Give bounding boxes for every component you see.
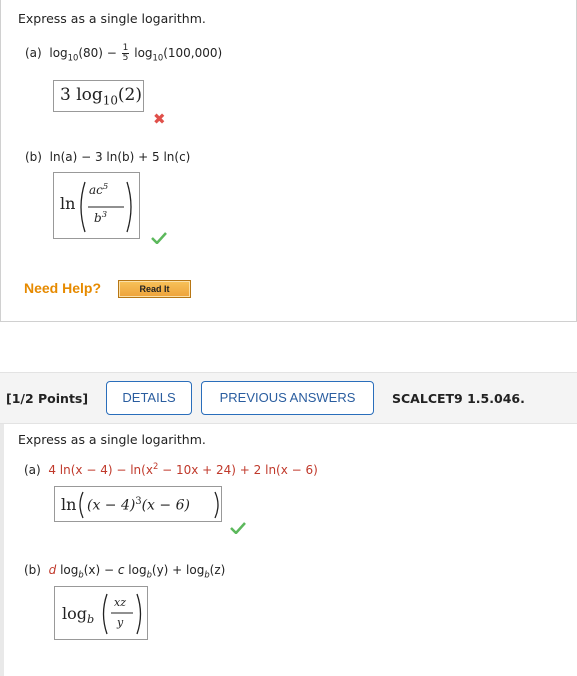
question-2-panel: Express as a single logarithm. (a) 4 ln(…: [0, 424, 577, 676]
part-a-answer-box[interactable]: 3 log10(2): [53, 80, 144, 112]
part-b-label: (b): [24, 563, 41, 577]
fraction-denominator: y: [117, 616, 124, 629]
problem-code: SCALCET9 1.5.046.: [392, 391, 525, 406]
part-b-expression: (b) ln(a) − 3 ln(b) + 5 ln(c): [25, 150, 191, 164]
question-1-panel: Express as a single logarithm. (a) log10…: [0, 0, 577, 322]
part-b-expression: (b) d logb(x) − c logb(y) + logb(z): [24, 563, 226, 580]
fraction-denominator: b3: [94, 209, 108, 225]
part-a-answer-box[interactable]: ln (x − 4)3(x − 6): [54, 486, 222, 522]
correct-check-icon: [230, 522, 246, 534]
fraction-numerator: xz: [114, 596, 126, 609]
part-b-answer-box[interactable]: logb xz y: [54, 586, 148, 640]
details-button[interactable]: DETAILS: [106, 381, 192, 415]
part-a-label: (a): [24, 463, 41, 477]
question-prompt: Express as a single logarithm.: [18, 432, 206, 447]
part-a-expression: (a) 4 ln(x − 4) − ln(x2 − 10x + 24) + 2 …: [24, 461, 318, 477]
part-a-label: (a): [25, 46, 42, 60]
correct-check-icon: [151, 232, 167, 244]
fraction-numerator: ac5: [89, 181, 109, 197]
previous-answers-button[interactable]: PREVIOUS ANSWERS: [201, 381, 374, 415]
part-b-answer-box[interactable]: ln ac5 b3: [53, 172, 140, 239]
log-fn: logb: [62, 604, 95, 627]
read-it-button[interactable]: Read It: [118, 280, 191, 298]
points-label: [1/2 Points]: [6, 391, 89, 406]
fraction: 1 5: [121, 43, 130, 63]
need-help-label: Need Help?: [24, 280, 102, 296]
part-a-expression: (a) log10(80) − 1 5 log10(100,000): [25, 43, 223, 63]
answer-expression: (x − 4)3(x − 6): [87, 496, 190, 514]
incorrect-x-icon: ✖: [153, 110, 166, 128]
question-prompt: Express as a single logarithm.: [18, 11, 206, 26]
part-b-label: (b): [25, 150, 42, 164]
